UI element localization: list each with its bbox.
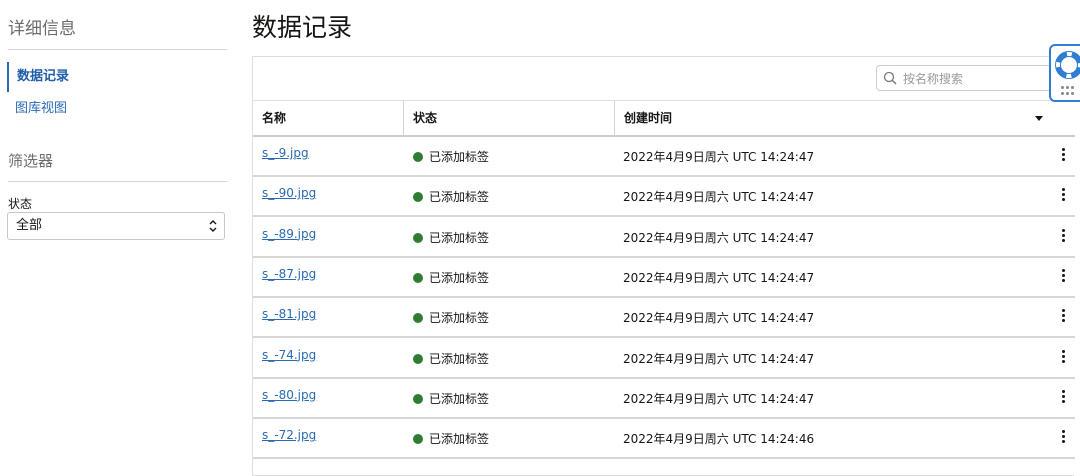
kebab-menu-icon[interactable]	[1059, 350, 1067, 366]
records-panel: 名称 状态 创建时间 s_-9.jpg 已添加标签 2022年4月9日周六 UTC …	[252, 56, 1074, 476]
status-text: 已添加标签	[429, 190, 489, 204]
status-text: 已添加标签	[429, 392, 489, 406]
record-name-link[interactable]: s_-90.jpg	[262, 186, 316, 200]
status-cell: 已添加标签	[413, 350, 489, 367]
status-dot-icon	[413, 354, 423, 364]
status-text: 已添加标签	[429, 432, 489, 446]
status-cell: 已添加标签	[413, 430, 489, 447]
status-filter-label: 状态	[8, 195, 32, 212]
status-dot-icon	[413, 152, 423, 162]
kebab-menu-icon[interactable]	[1059, 309, 1067, 325]
search-icon	[883, 71, 897, 85]
page-title: 数据记录	[252, 8, 352, 44]
status-dot-icon	[413, 394, 423, 404]
created-time: 2022年4月9日周六 UTC 14:24:47	[623, 188, 814, 205]
created-time: 2022年4月9日周六 UTC 14:24:47	[623, 269, 814, 286]
status-dot-icon	[413, 434, 423, 444]
kebab-menu-icon[interactable]	[1059, 390, 1067, 406]
kebab-menu-icon[interactable]	[1059, 148, 1067, 164]
nav-item-gallery-view[interactable]: 图库视图	[7, 94, 67, 124]
column-header-status[interactable]: 状态	[404, 101, 615, 136]
record-name-link[interactable]: s_-81.jpg	[262, 307, 316, 321]
status-filter-select[interactable]: 全部	[7, 212, 225, 240]
status-dot-icon	[413, 233, 423, 243]
record-name-link[interactable]: s_-89.jpg	[262, 227, 316, 241]
table-row: s_-74.jpg 已添加标签 2022年4月9日周六 UTC 14:24:47	[253, 339, 1075, 379]
kebab-menu-icon[interactable]	[1059, 269, 1067, 285]
divider	[8, 49, 227, 50]
sidebar: 详细信息 数据记录 图库视图 筛选器 状态 全部	[0, 0, 240, 462]
created-time: 2022年4月9日周六 UTC 14:24:46	[623, 430, 814, 447]
column-header-name[interactable]: 名称	[253, 101, 404, 136]
column-header-created-label: 创建时间	[624, 111, 672, 125]
sort-caret-icon[interactable]	[1035, 116, 1043, 121]
created-time: 2022年4月9日周六 UTC 14:24:47	[623, 229, 814, 246]
kebab-menu-icon[interactable]	[1059, 229, 1067, 245]
status-cell: 已添加标签	[413, 269, 489, 286]
kebab-menu-icon[interactable]	[1059, 430, 1067, 446]
status-cell: 已添加标签	[413, 188, 489, 205]
created-time: 2022年4月9日周六 UTC 14:24:47	[623, 148, 814, 165]
record-name-link[interactable]: s_-74.jpg	[262, 348, 316, 362]
status-text: 已添加标签	[429, 271, 489, 285]
grip-icon[interactable]	[1061, 86, 1075, 98]
search-input[interactable]	[901, 69, 1065, 89]
created-time: 2022年4月9日周六 UTC 14:24:47	[623, 350, 814, 367]
table-row: s_-80.jpg 已添加标签 2022年4月9日周六 UTC 14:24:47	[253, 379, 1075, 419]
status-cell: 已添加标签	[413, 229, 489, 246]
select-chevron-icon	[208, 218, 218, 234]
status-dot-icon	[413, 192, 423, 202]
status-dot-icon	[413, 273, 423, 283]
table-row: s_-90.jpg 已添加标签 2022年4月9日周六 UTC 14:24:47	[253, 177, 1075, 217]
table-row: s_-9.jpg 已添加标签 2022年4月9日周六 UTC 14:24:47	[253, 137, 1075, 177]
table-row: s_-87.jpg 已添加标签 2022年4月9日周六 UTC 14:24:47	[253, 258, 1075, 298]
search-box[interactable]	[876, 65, 1076, 91]
record-name-link[interactable]: s_-72.jpg	[262, 428, 316, 442]
record-name-link[interactable]: s_-9.jpg	[262, 146, 309, 160]
table-row: s_-89.jpg 已添加标签 2022年4月9日周六 UTC 14:24:47	[253, 218, 1075, 258]
nav-item-data-records[interactable]: 数据记录	[7, 62, 69, 92]
record-name-link[interactable]: s_-80.jpg	[262, 388, 316, 402]
status-text: 已添加标签	[429, 352, 489, 366]
status-text: 已添加标签	[429, 231, 489, 245]
table-row: s_-81.jpg 已添加标签 2022年4月9日周六 UTC 14:24:47	[253, 298, 1075, 338]
column-header-created[interactable]: 创建时间	[615, 101, 1075, 136]
table-row: s_-72.jpg 已添加标签 2022年4月9日周六 UTC 14:24:46	[253, 419, 1075, 459]
status-cell: 已添加标签	[413, 309, 489, 326]
filter-title: 筛选器	[8, 150, 53, 171]
sidebar-title: 详细信息	[8, 14, 76, 39]
created-time: 2022年4月9日周六 UTC 14:24:47	[623, 390, 814, 407]
status-dot-icon	[413, 313, 423, 323]
status-cell: 已添加标签	[413, 148, 489, 165]
status-cell: 已添加标签	[413, 390, 489, 407]
help-widget-button[interactable]	[1049, 44, 1080, 102]
record-name-link[interactable]: s_-87.jpg	[262, 267, 316, 281]
table-header: 名称 状态 创建时间	[253, 100, 1075, 137]
status-text: 已添加标签	[429, 311, 489, 325]
divider	[8, 181, 227, 182]
lifebuoy-help-icon	[1055, 51, 1080, 79]
kebab-menu-icon[interactable]	[1059, 188, 1067, 204]
created-time: 2022年4月9日周六 UTC 14:24:47	[623, 309, 814, 326]
status-text: 已添加标签	[429, 150, 489, 164]
status-filter-value: 全部	[16, 218, 42, 233]
